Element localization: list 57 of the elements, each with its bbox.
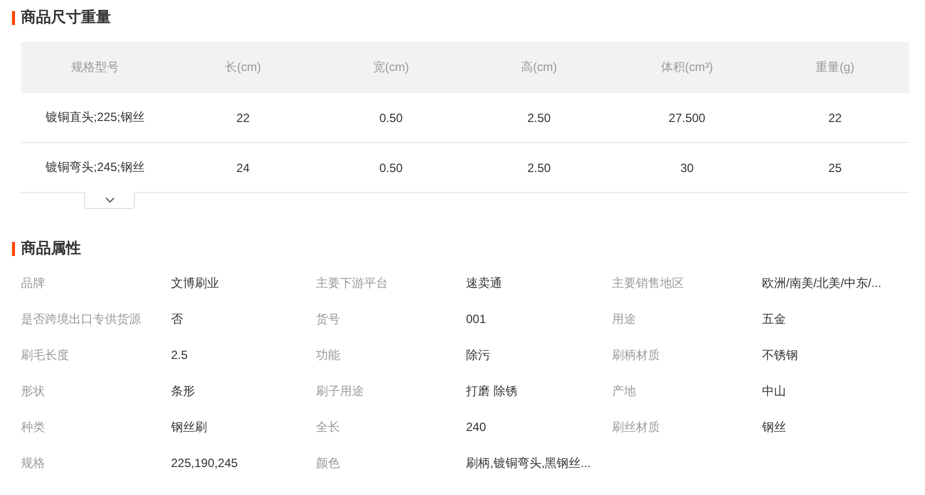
column-header: 重量(g) [761,42,909,93]
table-cell: 0.50 [317,93,465,142]
attribute-label: 全长 [316,419,341,435]
column-header: 规格型号 [21,42,169,93]
attribute-value: 钢丝刷 [171,419,208,435]
attribute-value: 不锈钢 [762,347,799,363]
attribute-value: 欧洲/南美/北美/中东/... [762,275,882,291]
chevron-down-icon [104,197,114,203]
attribute-label: 形状 [21,383,46,399]
table-cell: 0.50 [317,142,465,192]
table-cell: 27.500 [613,93,761,142]
attribute-label: 刷柄材质 [612,347,661,363]
table-cell: 2.50 [465,142,613,192]
attribute-label: 是否跨境出口专供货源 [21,311,142,327]
section-title: 商品属性 [21,239,81,258]
attribute-label: 种类 [21,419,46,435]
column-header: 长(cm) [169,42,317,93]
attribute-label: 刷丝材质 [612,419,661,435]
table-cell: 22 [761,93,909,142]
table-cell: 镀铜直头;225;钢丝 [21,93,169,142]
table-cell: 22 [169,93,317,142]
attribute-value: 条形 [171,383,196,399]
attribute-label: 品牌 [21,275,46,291]
attribute-value: 文博刷业 [171,275,220,291]
attribute-value: 225,190,245 [171,455,239,471]
section-title: 商品尺寸重量 [21,8,111,27]
attribute-label: 规格 [21,455,46,471]
attribute-value: 五金 [762,311,787,327]
attribute-label: 用途 [612,311,637,327]
attribute-label: 刷子用途 [316,383,365,399]
attribute-value: 打磨 除锈 [466,383,518,399]
heading-marker [12,10,15,24]
attribute-value: 刷柄,镀铜弯头,黑钢丝... [466,455,592,471]
attribute-label: 主要销售地区 [612,275,685,291]
column-header: 体积(cm³) [613,42,761,93]
attribute-value: 240 [466,419,488,435]
heading-marker [12,242,15,256]
attribute-label: 货号 [316,311,341,327]
attribute-value: 2.5 [171,347,189,363]
table-cell: 2.50 [465,93,613,142]
attribute-value: 否 [171,311,184,327]
column-header: 高(cm) [465,42,613,93]
column-header: 宽(cm) [317,42,465,93]
table-cell: 24 [169,142,317,192]
attribute-label: 颜色 [316,455,341,471]
attribute-value: 中山 [762,383,787,399]
attribute-value: 速卖通 [466,275,503,291]
attribute-label: 产地 [612,383,637,399]
attribute-value: 钢丝 [762,419,787,435]
attribute-value: 除污 [466,347,491,363]
attribute-label: 功能 [316,347,341,363]
expand-button[interactable] [84,192,135,209]
attribute-value: 001 [466,311,488,327]
attribute-label: 刷毛长度 [21,347,70,363]
table-cell: 30 [613,142,761,192]
table-cell: 25 [761,142,909,192]
attribute-label: 主要下游平台 [316,275,389,291]
